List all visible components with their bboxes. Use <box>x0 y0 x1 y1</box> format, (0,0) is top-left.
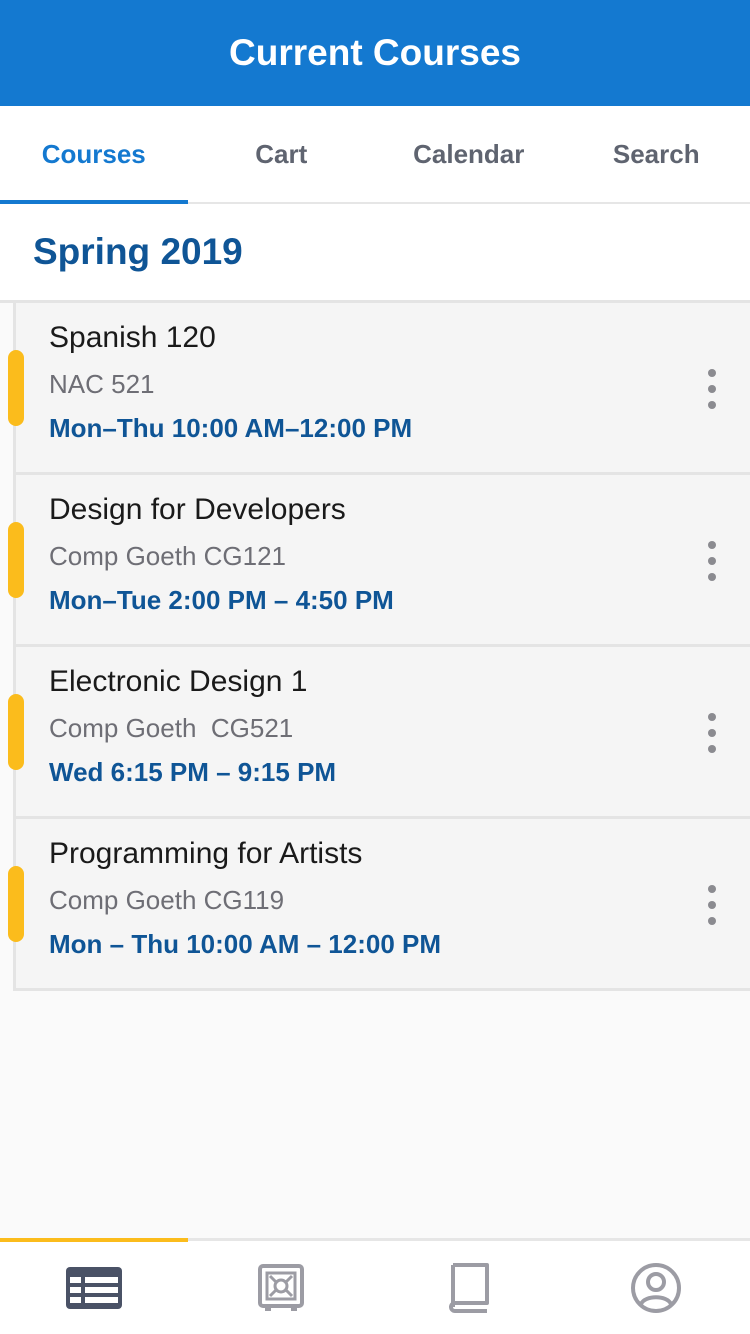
course-time: Mon–Thu 10:00 AM–12:00 PM <box>49 413 413 443</box>
tab-bar: Courses Cart Calendar Search <box>0 106 750 204</box>
course-location: Comp Goeth CG119 <box>49 885 285 915</box>
course-location: NAC 521 <box>49 369 155 399</box>
term-header: Spring 2019 <box>0 204 750 300</box>
course-time: Mon–Tue 2:00 PM – 4:50 PM <box>49 585 394 615</box>
tab-search[interactable]: Search <box>563 106 750 202</box>
course-time: Mon – Thu 10:00 AM – 12:00 PM <box>49 929 442 959</box>
page-title: Current Courses <box>229 32 521 73</box>
course-title: Electronic Design 1 <box>49 665 308 698</box>
nav-courses[interactable] <box>0 1238 188 1334</box>
safe-icon <box>258 1263 305 1311</box>
bottom-navigation <box>0 1238 750 1334</box>
course-card[interactable]: Spanish 120 NAC 521 Mon–Thu 10:00 AM–12:… <box>8 303 750 475</box>
app-header: Current Courses <box>0 0 750 106</box>
course-accent-bar <box>8 694 24 770</box>
course-time: Wed 6:15 PM – 9:15 PM <box>49 757 337 787</box>
course-accent-bar <box>8 522 24 598</box>
nav-cart[interactable] <box>188 1241 376 1334</box>
course-list-icon <box>65 1266 122 1309</box>
course-accent-bar <box>8 350 24 426</box>
tab-cart[interactable]: Cart <box>188 106 376 202</box>
course-card[interactable]: Electronic Design 1 Comp Goeth CG521 Wed… <box>8 647 750 819</box>
term-title: Spring 2019 <box>33 231 243 272</box>
nav-calendar[interactable] <box>375 1241 563 1334</box>
course-card[interactable]: Programming for Artists Comp Goeth CG119… <box>8 819 750 991</box>
tab-calendar[interactable]: Calendar <box>375 106 563 202</box>
tab-courses[interactable]: Courses <box>0 106 188 204</box>
course-card[interactable]: Design for Developers Comp Goeth CG121 M… <box>8 475 750 647</box>
course-location: Comp Goeth CG521 <box>49 713 294 743</box>
more-options-icon[interactable] <box>702 885 722 925</box>
more-options-icon[interactable] <box>702 713 722 753</box>
nav-profile[interactable] <box>563 1241 750 1334</box>
course-title: Programming for Artists <box>49 837 363 870</box>
more-options-icon[interactable] <box>702 369 722 409</box>
course-title: Spanish 120 <box>49 321 216 354</box>
course-title: Design for Developers <box>49 493 346 526</box>
course-list: Spanish 120 NAC 521 Mon–Thu 10:00 AM–12:… <box>0 300 750 991</box>
more-options-icon[interactable] <box>702 541 722 581</box>
course-accent-bar <box>8 866 24 942</box>
book-icon <box>448 1262 489 1313</box>
course-location: Comp Goeth CG121 <box>49 541 287 571</box>
profile-icon <box>631 1262 682 1313</box>
